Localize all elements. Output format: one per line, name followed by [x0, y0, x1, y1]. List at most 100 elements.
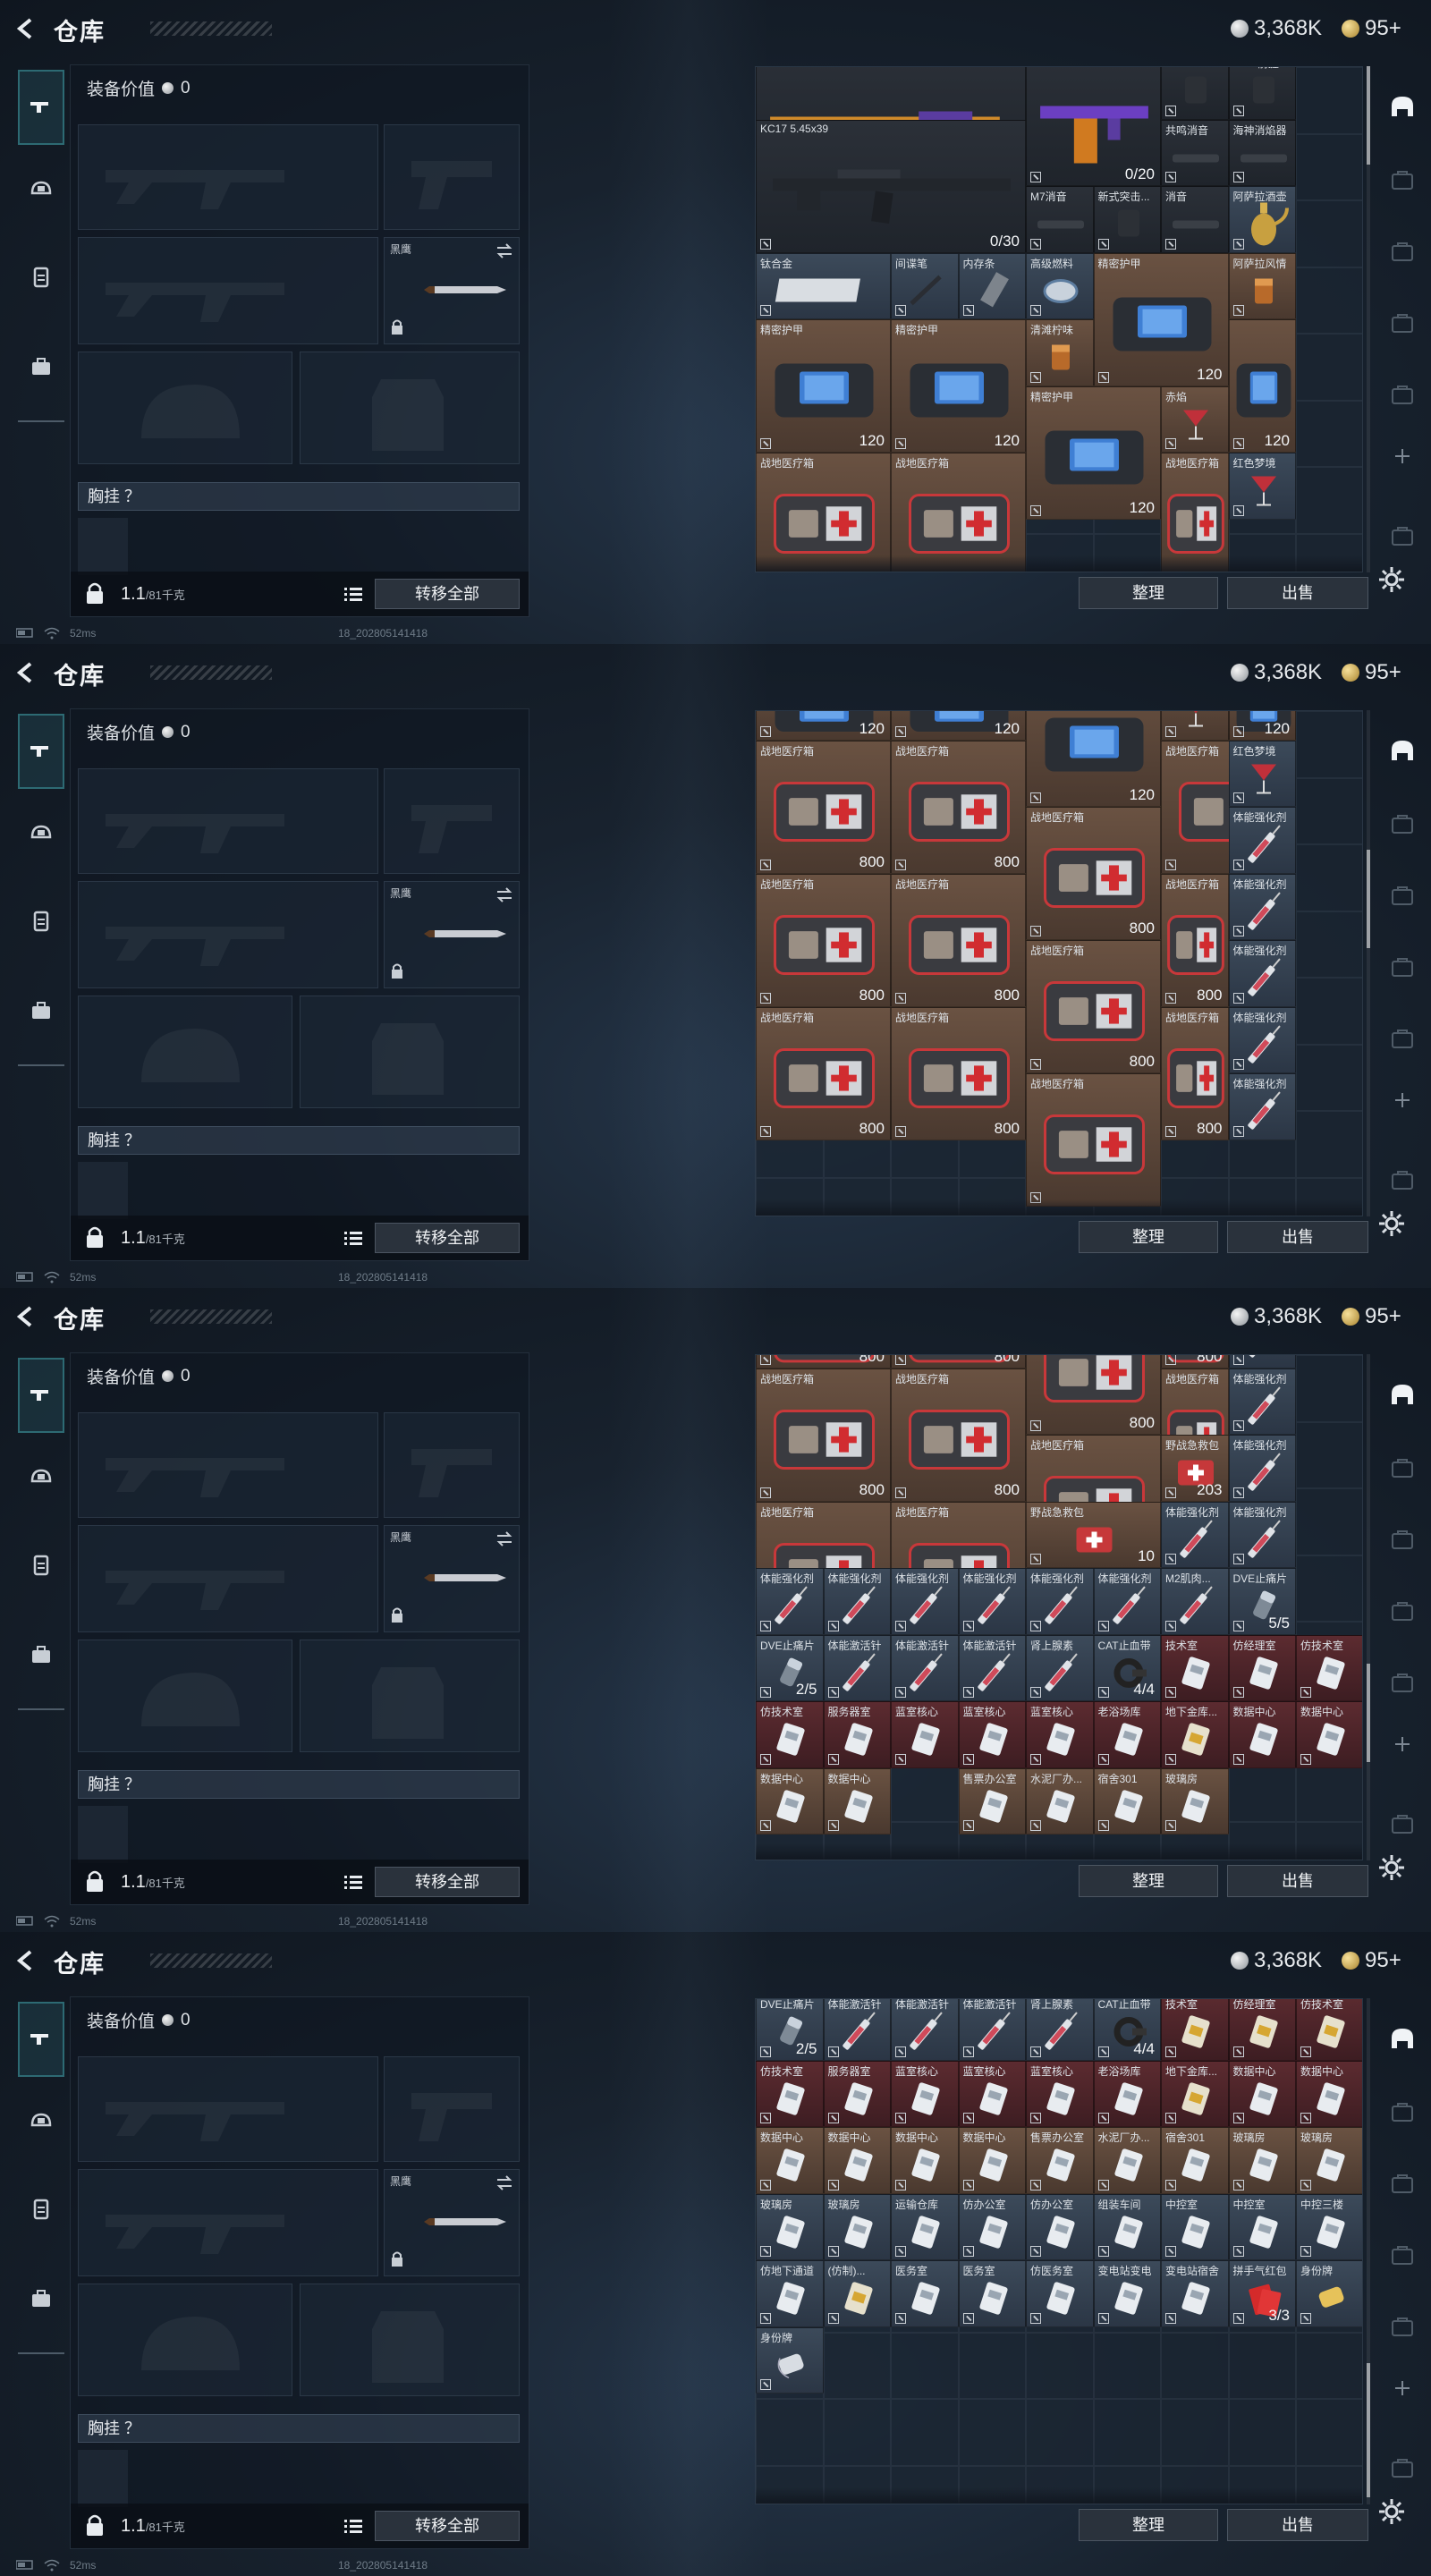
helmet-slot[interactable] — [78, 2284, 292, 2396]
helmet-slot[interactable] — [78, 1640, 292, 1752]
inventory-item-medkit[interactable]: 战地医疗箱 800 — [891, 1006, 1026, 1140]
body-armor-slot[interactable] — [300, 996, 520, 1108]
inventory-item-keycard[interactable]: 仿医务室 — [1026, 2260, 1094, 2327]
inventory-item-teapot[interactable]: 阿萨拉酒壶 — [1228, 186, 1296, 253]
storage-tab-3[interactable] — [1374, 2157, 1431, 2211]
inventory-item-keycard[interactable]: 变电站变电 — [1093, 2260, 1161, 2327]
inventory-item-keycard[interactable]: 玻璃房 — [1296, 2127, 1362, 2194]
loadout-tab-backpack[interactable] — [18, 329, 64, 404]
add-storage-button[interactable] — [1374, 2361, 1431, 2415]
inventory-item-medkit[interactable]: 800 — [891, 1355, 1026, 1368]
inventory-item-keycard[interactable]: 数据中心 — [958, 2127, 1026, 2194]
storage-tab-5[interactable] — [1374, 1013, 1431, 1066]
loadout-tab-backpack[interactable] — [18, 1617, 64, 1692]
inventory-item-syringe[interactable]: 体能强化剂 — [1228, 940, 1296, 1007]
primary-weapon-slot[interactable] — [78, 2056, 378, 2162]
inventory-item-syringe[interactable]: 体能强化剂 — [1228, 1501, 1296, 1568]
storage-tab-4[interactable] — [1374, 2229, 1431, 2283]
inventory-item-keycard[interactable]: 数据中心 — [1228, 1701, 1296, 1768]
settings-button[interactable] — [1377, 1209, 1406, 1242]
inventory-item-keycard-gold[interactable]: 地下金库... — [1161, 2060, 1229, 2127]
warehouse-inventory-grid[interactable]: 30/30 0/20 RK-0前握 KC17 5.45x39 0/30 共鸣消音 — [755, 66, 1363, 572]
inventory-item-keycard-gold[interactable]: 仿技术室 — [1296, 1999, 1362, 2061]
inventory-item-keycard[interactable]: 数据中心 — [891, 2127, 959, 2194]
storage-tab-7[interactable] — [1374, 510, 1431, 564]
inventory-item-medkit[interactable]: 战地医疗箱 800 — [756, 740, 891, 874]
inventory-item-keycard[interactable]: 老浴场库 — [1093, 2060, 1161, 2127]
loadout-tab-vest[interactable] — [18, 240, 64, 315]
inventory-item-keycard[interactable]: 技术室 — [1161, 1634, 1229, 1701]
add-storage-button[interactable] — [1374, 429, 1431, 483]
inventory-item-keycard-gold[interactable]: 地下金库... — [1161, 1701, 1229, 1768]
warehouse-inventory-grid[interactable]: 120 120 精密护甲 120 赤焰 120 战地医疗箱 800 — [755, 710, 1363, 1216]
inventory-item-keycard[interactable]: 数据中心 — [1296, 2060, 1362, 2127]
inventory-item-keycard[interactable]: 变电站宿舍 — [1161, 2260, 1229, 2327]
storage-tab-main[interactable] — [1374, 80, 1431, 134]
inventory-item-syringe[interactable]: 体能激活针 — [823, 1634, 891, 1701]
sort-button[interactable]: 整理 — [1079, 1221, 1218, 1253]
inventory-item-keycard[interactable]: 组装车间 — [1093, 2193, 1161, 2260]
inventory-item-syringe[interactable]: 体能强化剂 — [1026, 1568, 1094, 1635]
storage-tab-5[interactable] — [1374, 1657, 1431, 1710]
inventory-item-cocktail[interactable]: 赤焰 — [1161, 711, 1229, 741]
inventory-item-medkit[interactable]: 战地医疗箱 800 — [891, 740, 1026, 874]
warehouse-inventory-grid[interactable]: DVE止痛片 2/5 体能激活针 体能激活针 体能激活针 肾上腺素 CAT止血带 — [755, 1998, 1363, 2504]
inventory-item-keycard[interactable]: 仿技术室 — [756, 2060, 824, 2127]
inventory-item-keycard[interactable]: 医务室 — [958, 2260, 1026, 2327]
inventory-item-keycard[interactable]: 水泥厂办... — [1026, 1767, 1094, 1835]
storage-tab-2[interactable] — [1374, 1442, 1431, 1496]
loadout-tab-vest[interactable] — [18, 1528, 64, 1603]
inventory-item-grip[interactable]: 新式突击... — [1093, 186, 1161, 253]
chest-rig-slot[interactable] — [78, 1162, 128, 1219]
chest-rig-slot[interactable] — [78, 518, 128, 575]
sell-button[interactable]: 出售 — [1227, 1865, 1368, 1897]
inventory-item-keycard[interactable]: 宿舍301 — [1093, 1767, 1161, 1835]
inventory-item-plate[interactable]: 钛合金 — [756, 252, 891, 319]
storage-tab-main[interactable] — [1374, 724, 1431, 778]
sell-button[interactable]: 出售 — [1227, 1221, 1368, 1253]
inventory-item-medkit[interactable]: 战地医疗箱 — [891, 453, 1026, 572]
settings-button[interactable] — [1377, 1853, 1406, 1886]
storage-tab-4[interactable] — [1374, 1585, 1431, 1639]
inventory-item-syringe[interactable]: 体能强化剂 — [1161, 1501, 1229, 1568]
list-view-button[interactable] — [344, 586, 362, 606]
inventory-item-keycard[interactable]: 数据中心 — [756, 2127, 824, 2194]
chest-rig-header[interactable]: 胸挂 ？ — [78, 1126, 520, 1155]
back-button[interactable] — [13, 660, 38, 685]
transfer-all-button[interactable]: 转移全部 — [375, 2511, 520, 2541]
body-armor-slot[interactable] — [300, 2284, 520, 2396]
inventory-item-syringe[interactable]: 体能强化剂 — [1228, 1435, 1296, 1502]
inventory-item-rifle-purple[interactable]: 0/20 — [1026, 67, 1161, 186]
loadout-tab-helmet[interactable] — [18, 798, 64, 873]
inventory-item-keycard[interactable]: 仿经理室 — [1228, 1634, 1296, 1701]
inventory-item-syringe[interactable]: 体能激活针 — [891, 1634, 959, 1701]
storage-tab-4[interactable] — [1374, 297, 1431, 351]
loadout-tab-weapon[interactable] — [18, 2002, 64, 2077]
helmet-slot[interactable] — [78, 352, 292, 464]
loadout-tab-weapon[interactable] — [18, 714, 64, 789]
storage-tab-main[interactable] — [1374, 2012, 1431, 2066]
inventory-item-syringe[interactable]: 体能强化剂 — [1093, 1568, 1161, 1635]
inventory-item-keycard[interactable]: 售票办公室 — [958, 1767, 1026, 1835]
helmet-slot[interactable] — [78, 996, 292, 1108]
storage-tab-3[interactable] — [1374, 225, 1431, 279]
storage-tab-main[interactable] — [1374, 1368, 1431, 1422]
inventory-item-keycard[interactable]: 数据中心 — [823, 2127, 891, 2194]
inventory-item-medkit[interactable]: 800 — [1026, 1355, 1161, 1435]
silver-balance[interactable]: 3,368K — [1231, 660, 1322, 685]
inventory-item-keycard[interactable]: 运输仓库 — [891, 2193, 959, 2260]
list-view-button[interactable] — [344, 1230, 362, 1250]
chest-rig-slot[interactable] — [78, 2450, 128, 2507]
inventory-item-syringe[interactable]: 体能激活针 — [958, 1999, 1026, 2061]
inventory-item-pills[interactable]: DVE止痛片 5/5 — [1228, 1568, 1296, 1635]
inventory-item-keycard[interactable]: 蓝室核心 — [958, 2060, 1026, 2127]
add-storage-button[interactable] — [1374, 1717, 1431, 1771]
inventory-item-medkit[interactable]: 战地医疗箱 800 — [1161, 1006, 1229, 1140]
secondary-weapon-slot[interactable] — [78, 881, 378, 988]
inventory-item-suppressor[interactable]: 消音 — [1161, 186, 1229, 253]
inventory-item-ram[interactable]: 内存条 — [958, 252, 1026, 319]
storage-tab-2[interactable] — [1374, 154, 1431, 208]
chest-rig-slot[interactable] — [78, 1806, 128, 1863]
settings-button[interactable] — [1377, 2497, 1406, 2530]
inventory-item-dogtag-gold[interactable]: 身份牌 — [1296, 2260, 1362, 2327]
